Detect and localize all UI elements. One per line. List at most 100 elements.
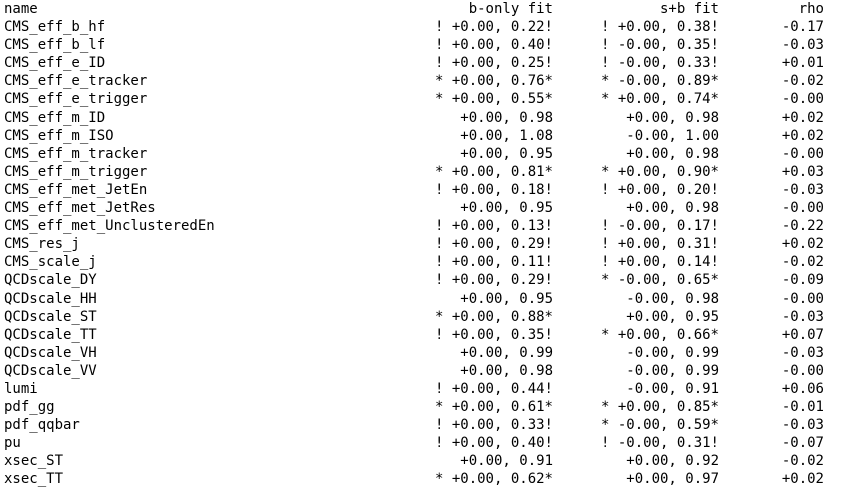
s-plus-b-fit-value: ! -0.00, 0.17! — [600, 218, 719, 235]
s-plus-b-fit-value: ! +0.00, 0.14! — [600, 254, 719, 271]
nuisance-row: CMS_eff_met_UnclusteredEn ! +0.00, 0.13!!… — [0, 217, 842, 235]
nuisance-row: CMS_eff_met_JetRes +0.00, 0.95 +0.00, 0.98… — [0, 199, 842, 217]
rho-value: -0.03 — [781, 344, 824, 361]
nuisance-name: CMS_eff_m_tracker — [4, 145, 148, 162]
b-only-fit-value: ! +0.00, 0.44! — [434, 380, 553, 397]
b-only-fit-value: * +0.00, 0.81* — [434, 163, 553, 180]
nuisance-name: CMS_eff_m_ID — [4, 109, 106, 126]
rho-value: +0.02 — [781, 127, 824, 144]
nuisance-name: CMS_eff_met_JetRes — [4, 200, 156, 217]
s-plus-b-fit-value: -0.00, 0.99 — [626, 344, 719, 361]
header-s-plus-b-fit: s+b fit — [659, 1, 719, 17]
nuisance-name: CMS_eff_b_hf — [4, 19, 106, 36]
b-only-fit-value: +0.00, 0.98 — [460, 109, 553, 126]
nuisance-name: CMS_eff_met_UnclusteredEn — [4, 218, 215, 235]
s-plus-b-fit-value: ! +0.00, 0.20! — [600, 181, 719, 198]
rho-value: -0.02 — [781, 73, 824, 90]
nuisance-name: CMS_scale_j — [4, 254, 97, 271]
s-plus-b-fit-value: ! +0.00, 0.31! — [600, 236, 719, 253]
b-only-fit-value: +0.00, 0.95 — [460, 145, 553, 162]
s-plus-b-fit-value: * +0.00, 0.74* — [600, 91, 719, 108]
nuisance-name: lumi — [4, 380, 38, 397]
b-only-fit-value: * +0.00, 0.76* — [434, 73, 553, 90]
b-only-fit-value: ! +0.00, 0.13! — [434, 218, 553, 235]
b-only-fit-value: +0.00, 0.95 — [460, 200, 553, 217]
b-only-fit-value: ! +0.00, 0.25! — [434, 55, 553, 72]
rho-value: -0.02 — [781, 254, 824, 271]
nuisance-row: lumi ! +0.00, 0.44! -0.00, 0.91 +0.06 — [0, 380, 842, 398]
s-plus-b-fit-value: +0.00, 0.92 — [626, 453, 719, 470]
b-only-fit-value: +0.00, 0.98 — [460, 362, 553, 379]
s-plus-b-fit-value: +0.00, 0.98 — [626, 145, 719, 162]
s-plus-b-fit-value: * +0.00, 0.90* — [600, 163, 719, 180]
rho-value: +0.03 — [781, 163, 824, 180]
s-plus-b-fit-value: ! +0.00, 0.38! — [600, 19, 719, 36]
rho-value: +0.07 — [781, 326, 824, 343]
s-plus-b-fit-value: * +0.00, 0.66* — [600, 326, 719, 343]
b-only-fit-value: ! +0.00, 0.29! — [434, 272, 553, 289]
nuisance-row: pdf_gg * +0.00, 0.61* * +0.00, 0.85* -0.01 — [0, 398, 842, 416]
nuisance-name: QCDscale_VV — [4, 362, 97, 379]
s-plus-b-fit-value: +0.00, 0.97 — [626, 471, 719, 488]
b-only-fit-value: ! +0.00, 0.22! — [434, 19, 553, 36]
rho-value: -0.00 — [781, 290, 824, 307]
header-b-only-fit: b-only fit — [468, 1, 553, 17]
rho-value: +0.02 — [781, 236, 824, 253]
nuisance-name: CMS_eff_e_ID — [4, 55, 106, 72]
rho-value: -0.03 — [781, 181, 824, 198]
b-only-fit-value: * +0.00, 0.88* — [434, 308, 553, 325]
rho-value: -0.00 — [781, 362, 824, 379]
b-only-fit-value: * +0.00, 0.55* — [434, 91, 553, 108]
nuisance-row: QCDscale_DY ! +0.00, 0.29! * -0.00, 0.65* -… — [0, 271, 842, 289]
b-only-fit-value: ! +0.00, 0.35! — [434, 326, 553, 343]
nuisance-name: pdf_qqbar — [4, 417, 80, 434]
nuisance-name: CMS_eff_m_trigger — [4, 163, 148, 180]
nuisance-row: CMS_scale_j ! +0.00, 0.11! ! +0.00, 0.14! -… — [0, 253, 842, 271]
b-only-fit-value: +0.00, 1.08 — [460, 127, 553, 144]
nuisance-row: CMS_eff_b_hf ! +0.00, 0.22! ! +0.00, 0.38!… — [0, 18, 842, 36]
b-only-fit-value: * +0.00, 0.62* — [434, 471, 553, 488]
rho-value: -0.00 — [781, 91, 824, 108]
s-plus-b-fit-value: +0.00, 0.95 — [626, 308, 719, 325]
rho-value: -0.03 — [781, 417, 824, 434]
nuisance-name: CMS_eff_b_lf — [4, 37, 106, 54]
s-plus-b-fit-value: -0.00, 0.98 — [626, 290, 719, 307]
b-only-fit-value: ! +0.00, 0.40! — [434, 37, 553, 54]
rho-value: -0.09 — [781, 272, 824, 289]
s-plus-b-fit-value: ! -0.00, 0.35! — [600, 37, 719, 54]
s-plus-b-fit-value: * -0.00, 0.59* — [600, 417, 719, 434]
b-only-fit-value: ! +0.00, 0.33! — [434, 417, 553, 434]
nuisance-row: QCDscale_VH +0.00, 0.99 -0.00, 0.99 -0.03 — [0, 344, 842, 362]
b-only-fit-value: * +0.00, 0.61* — [434, 399, 553, 416]
s-plus-b-fit-value: -0.00, 1.00 — [626, 127, 719, 144]
b-only-fit-value: ! +0.00, 0.18! — [434, 181, 553, 198]
rho-value: -0.00 — [781, 200, 824, 217]
rho-value: -0.22 — [781, 218, 824, 235]
nuisance-row: CMS_eff_m_ISO +0.00, 1.08 -0.00, 1.00 +0.02 — [0, 127, 842, 145]
nuisance-row: pu ! +0.00, 0.40! ! -0.00, 0.31! -0.07 — [0, 434, 842, 452]
b-only-fit-value: ! +0.00, 0.40! — [434, 435, 553, 452]
rho-value: +0.02 — [781, 109, 824, 126]
nuisance-name: pdf_gg — [4, 399, 55, 416]
s-plus-b-fit-value: ! -0.00, 0.33! — [600, 55, 719, 72]
nuisance-row: CMS_res_j ! +0.00, 0.29! ! +0.00, 0.31! +0.… — [0, 235, 842, 253]
s-plus-b-fit-value: * +0.00, 0.85* — [600, 399, 719, 416]
nuisance-name: pu — [4, 435, 21, 452]
nuisance-name: QCDscale_ST — [4, 308, 97, 325]
s-plus-b-fit-value: ! -0.00, 0.31! — [600, 435, 719, 452]
nuisance-name: xsec_ST — [4, 453, 64, 470]
header-name: name — [4, 1, 38, 17]
b-only-fit-value: +0.00, 0.95 — [460, 290, 553, 307]
nuisance-name: CMS_eff_e_tracker — [4, 73, 148, 90]
nuisance-row: QCDscale_ST * +0.00, 0.88* +0.00, 0.95 -0.0… — [0, 308, 842, 326]
nuisance-name: CMS_eff_e_trigger — [4, 91, 148, 108]
rho-value: -0.07 — [781, 435, 824, 452]
rho-value: -0.17 — [781, 19, 824, 36]
nuisance-row: CMS_eff_b_lf ! +0.00, 0.40! ! -0.00, 0.35!… — [0, 36, 842, 54]
rho-value: +0.06 — [781, 380, 824, 397]
s-plus-b-fit-value: +0.00, 0.98 — [626, 200, 719, 217]
s-plus-b-fit-value: * -0.00, 0.65* — [600, 272, 719, 289]
nuisance-row: xsec_ST +0.00, 0.91 +0.00, 0.92 -0.02 — [0, 452, 842, 470]
nuisance-name: QCDscale_TT — [4, 326, 97, 343]
header-rho: rho — [798, 1, 824, 17]
